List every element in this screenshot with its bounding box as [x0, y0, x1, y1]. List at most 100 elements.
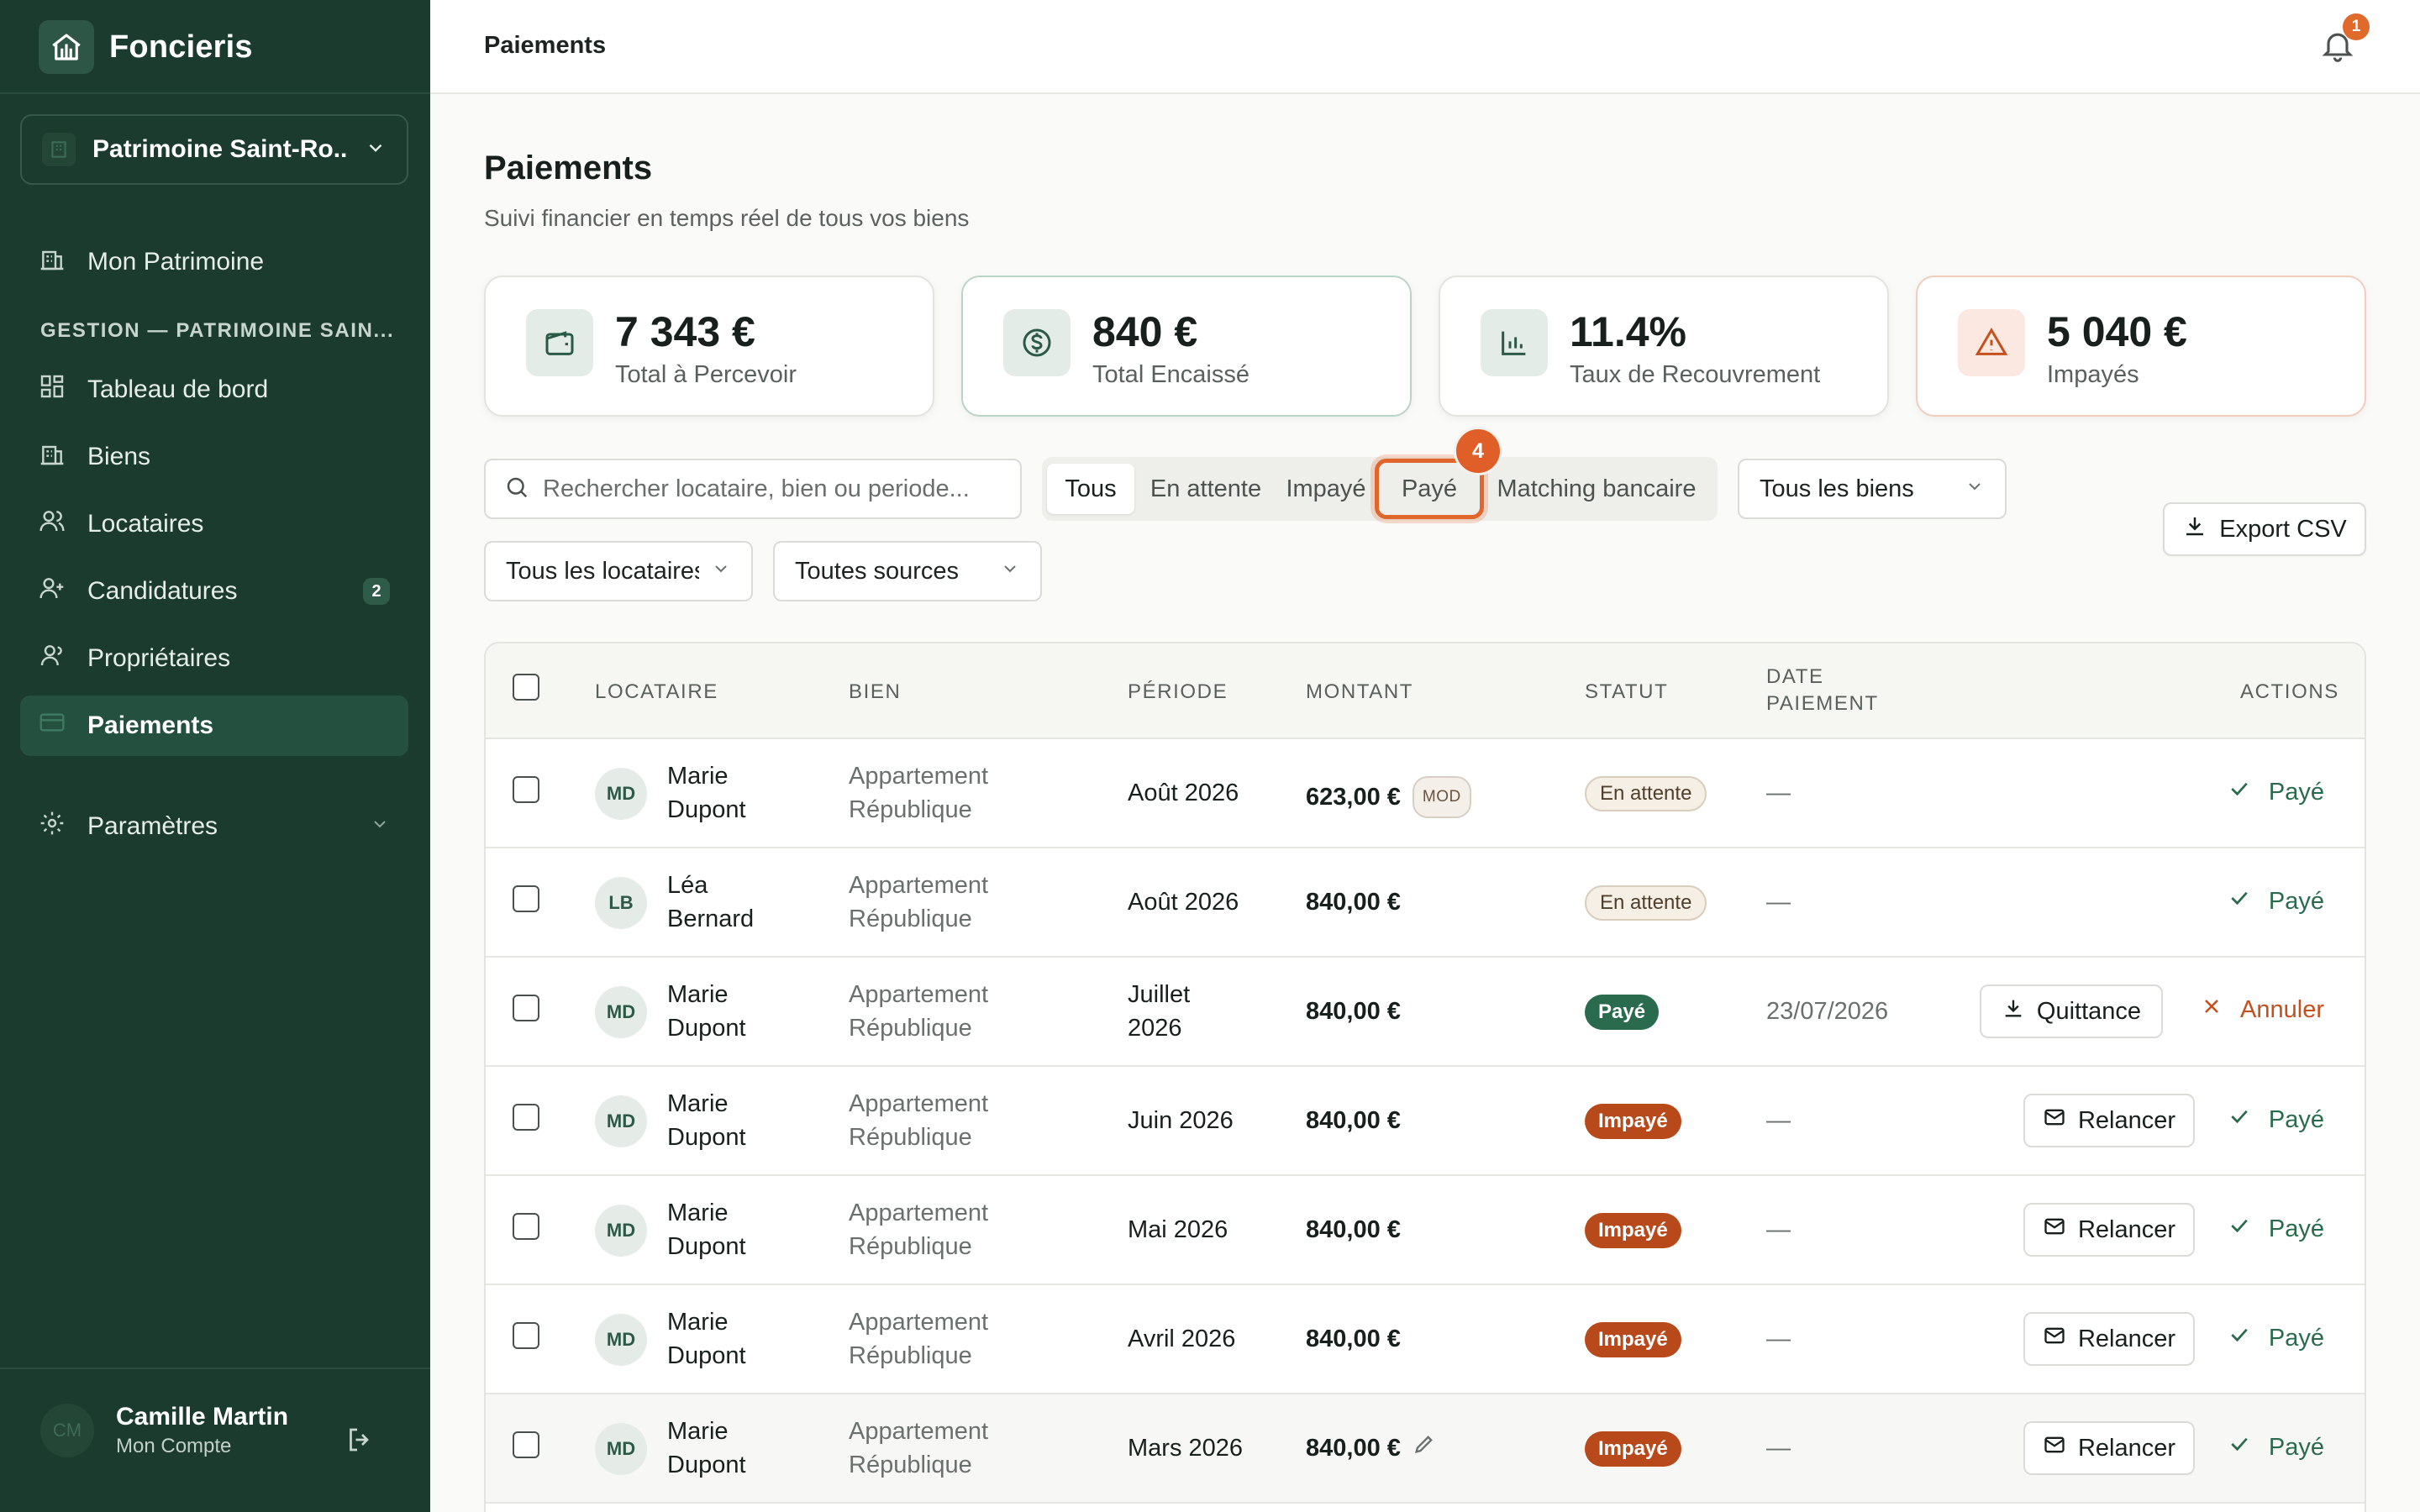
- locataire-name[interactable]: Léa Bernard: [667, 869, 802, 936]
- stat-label: Total à Percevoir: [615, 361, 797, 388]
- periode: Août 2026: [1128, 885, 1239, 919]
- sidebar-item-parametres[interactable]: Paramètres: [20, 796, 408, 857]
- sidebar-item-candidatures[interactable]: Candidatures 2: [20, 561, 408, 622]
- sidebar-item-tableau-de-bord[interactable]: Tableau de bord: [20, 360, 408, 420]
- relancer-button[interactable]: Relancer: [2023, 1312, 2195, 1366]
- avatar: MD: [595, 986, 647, 1038]
- download-icon: [2002, 996, 2025, 1026]
- row-checkbox[interactable]: [513, 995, 539, 1021]
- quittance-button[interactable]: Quittance: [1980, 984, 2163, 1038]
- relancer-label: Relancer: [2077, 1325, 2176, 1352]
- relancer-button[interactable]: Relancer: [2023, 1203, 2195, 1257]
- last-name: Dupont: [667, 1452, 746, 1478]
- cancel-payment-button[interactable]: Annuler: [2200, 995, 2324, 1025]
- bien-name: Appartement République: [849, 869, 1067, 936]
- tab-en-attente[interactable]: En attente: [1141, 464, 1270, 514]
- check-icon: [2227, 885, 2252, 917]
- montant-value: 840,00 €: [1306, 1435, 1401, 1462]
- column-header-montant[interactable]: MONTANT: [1306, 679, 1413, 706]
- sources-select[interactable]: Toutes sources: [773, 541, 1042, 601]
- column-header-date-line2[interactable]: PAIEMENT: [1766, 690, 1879, 717]
- sidebar-item-mon-patrimoine[interactable]: Mon Patrimoine: [20, 232, 408, 292]
- gear-icon: [39, 810, 66, 843]
- close-icon: [2200, 995, 2223, 1025]
- mark-paid-button[interactable]: Payé: [2227, 885, 2324, 917]
- row-checkbox[interactable]: [513, 1104, 539, 1131]
- column-header-bien[interactable]: BIEN: [849, 679, 901, 706]
- quittance-label: Quittance: [2036, 997, 2142, 1025]
- column-header-locataire[interactable]: LOCATAIRE: [595, 679, 718, 706]
- mark-paid-button[interactable]: Payé: [2227, 1213, 2324, 1245]
- export-csv-label: Export CSV: [2219, 515, 2347, 543]
- column-header-periode[interactable]: PÉRIODE: [1128, 679, 1228, 706]
- first-name: Marie: [667, 1090, 729, 1117]
- mark-paid-label: Payé: [2268, 1433, 2324, 1461]
- table-row[interactable]: MD Marie Dupont Appartement République Jui…: [486, 958, 2365, 1067]
- montant: 840,00 €: [1306, 995, 1401, 1028]
- org-name: Patrimoine Saint-Ro...: [92, 135, 348, 163]
- avatar: MD: [595, 1423, 647, 1475]
- locataire-name[interactable]: Marie Dupont: [667, 759, 802, 827]
- brand[interactable]: Foncieris: [39, 20, 253, 74]
- table-row[interactable]: MD Marie Dupont Appartement République Avr…: [486, 1285, 2365, 1394]
- avatar: MD: [595, 768, 647, 820]
- first-name: Marie: [667, 1309, 729, 1336]
- row-checkbox[interactable]: [513, 1431, 539, 1458]
- row-checkbox[interactable]: [513, 1213, 539, 1240]
- last-name: Bernard: [667, 906, 755, 932]
- table-row[interactable]: LB Léa Bernard Appartement République Août…: [486, 848, 2365, 958]
- chevron-down-icon: [370, 812, 390, 841]
- column-header-statut[interactable]: STATUT: [1585, 679, 1668, 706]
- user-account[interactable]: CM Camille Martin Mon Compte: [40, 1403, 288, 1458]
- tab-tous[interactable]: Tous: [1047, 464, 1134, 514]
- export-csv-button[interactable]: Export CSV: [2163, 502, 2366, 556]
- sidebar-item-paiements[interactable]: Paiements: [20, 696, 408, 756]
- mark-paid-button[interactable]: Payé: [2227, 1322, 2324, 1354]
- locataire-name[interactable]: Marie Dupont: [667, 1087, 802, 1154]
- pencil-icon[interactable]: [1413, 1431, 1436, 1465]
- locataire-name[interactable]: Marie Dupont: [667, 978, 802, 1045]
- montant: 840,00 €: [1306, 1104, 1401, 1137]
- bien-name: Appartement République: [849, 1305, 1067, 1373]
- org-selector[interactable]: Patrimoine Saint-Ro...: [20, 114, 408, 185]
- bien-line2: République: [849, 906, 972, 932]
- locataires-select[interactable]: Tous les locataires: [484, 541, 753, 601]
- mark-paid-button[interactable]: Payé: [2227, 776, 2324, 808]
- tab-matching-bancaire[interactable]: Matching bancaire: [1487, 464, 1706, 514]
- avatar: MD: [595, 1314, 647, 1366]
- user-subtitle: Mon Compte: [116, 1435, 232, 1457]
- tab-impaye[interactable]: Impayé: [1277, 464, 1375, 514]
- sidebar-item-proprietaires[interactable]: Propriétaires: [20, 628, 408, 689]
- divider: [0, 1368, 430, 1369]
- sidebar-item-label: Biens: [87, 443, 151, 470]
- locataire-name[interactable]: Marie Dupont: [667, 1415, 802, 1482]
- bien-line2: République: [849, 1452, 972, 1478]
- search-input[interactable]: [543, 475, 1002, 503]
- mark-paid-label: Payé: [2268, 778, 2324, 806]
- biens-select[interactable]: Tous les biens: [1738, 459, 2007, 519]
- table-row[interactable]: MD Marie Dupont Appartement République Mai…: [486, 1176, 2365, 1285]
- sidebar-item-biens[interactable]: Biens: [20, 427, 408, 487]
- sidebar-item-locataires[interactable]: Locataires: [20, 494, 408, 554]
- row-checkbox[interactable]: [513, 776, 539, 803]
- search-box[interactable]: [484, 459, 1022, 519]
- locataire-name[interactable]: Marie Dupont: [667, 1305, 802, 1373]
- table-row[interactable]: MD Marie Dupont Appartement République Aoû…: [486, 739, 2365, 848]
- table-row[interactable]: MD Marie Dupont Appartement République Mar…: [486, 1394, 2365, 1504]
- app-name: Foncieris: [109, 29, 253, 65]
- table-row[interactable]: MD Marie Dupont Appartement République Jui…: [486, 1067, 2365, 1176]
- locataire-name[interactable]: Marie Dupont: [667, 1196, 802, 1263]
- dashboard-icon: [39, 373, 66, 407]
- column-header-date-line1[interactable]: DATE: [1766, 664, 1824, 690]
- relancer-button[interactable]: Relancer: [2023, 1421, 2195, 1475]
- logout-icon[interactable]: [345, 1425, 375, 1459]
- row-checkbox[interactable]: [513, 885, 539, 912]
- montant: 840,00 €: [1306, 1213, 1401, 1247]
- relancer-button[interactable]: Relancer: [2023, 1094, 2195, 1147]
- periode-line1: Juin 2026: [1128, 1107, 1234, 1134]
- user-icon: [39, 642, 66, 675]
- row-checkbox[interactable]: [513, 1322, 539, 1349]
- select-all-checkbox[interactable]: [513, 674, 539, 701]
- mark-paid-button[interactable]: Payé: [2227, 1431, 2324, 1463]
- mark-paid-button[interactable]: Payé: [2227, 1104, 2324, 1136]
